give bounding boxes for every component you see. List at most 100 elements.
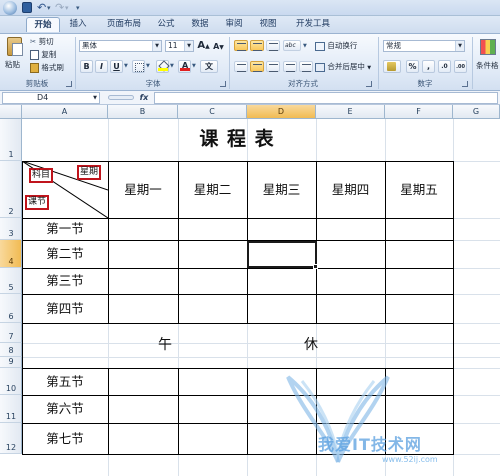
row-header-10[interactable]: 10 xyxy=(0,368,22,395)
row-header-4[interactable]: 4 xyxy=(0,240,22,268)
period-label: 第二节 xyxy=(46,246,84,261)
row-header-11[interactable]: 11 xyxy=(0,395,22,423)
column-header-g[interactable]: G xyxy=(453,105,500,119)
row-header-6[interactable]: 6 xyxy=(0,294,22,323)
grow-font-button[interactable]: A▲ xyxy=(197,40,210,53)
font-color-button[interactable]: A xyxy=(178,60,191,73)
tab-developer[interactable]: 开发工具 xyxy=(290,17,336,32)
formula-bar: D4 ▼ fx xyxy=(0,91,500,105)
column-header-b[interactable]: B xyxy=(108,105,178,119)
increase-decimal-button[interactable]: .0 xyxy=(438,60,451,73)
column-header-c[interactable]: C xyxy=(178,105,247,119)
underline-dropdown-icon[interactable]: ▼ xyxy=(124,63,128,69)
percent-style-button[interactable]: % xyxy=(406,60,419,73)
font-dialog-launcher-icon[interactable] xyxy=(220,81,226,87)
row-header-12[interactable]: 12 xyxy=(0,423,22,454)
select-all-corner[interactable] xyxy=(0,105,22,119)
tab-home[interactable]: 开始 xyxy=(26,17,60,32)
row-number: 2 xyxy=(8,207,14,216)
redo-dropdown-icon[interactable]: ▾ xyxy=(65,1,69,15)
format-painter-button[interactable]: 格式刷 xyxy=(30,63,64,73)
phonetic-button[interactable]: 文 xyxy=(200,60,218,73)
column-header-d[interactable]: D xyxy=(247,105,316,119)
tab-review[interactable]: 审阅 xyxy=(220,17,248,32)
align-middle-button[interactable] xyxy=(250,40,264,51)
row-header-5[interactable]: 5 xyxy=(0,268,22,294)
weekday-header: 星期四 xyxy=(331,182,370,197)
clipboard-dialog-launcher-icon[interactable] xyxy=(66,81,72,87)
customize-toolbar-icon[interactable]: ▾ xyxy=(76,1,80,15)
formula-input[interactable] xyxy=(154,92,498,104)
brush-icon xyxy=(30,63,39,73)
weekday-header: 星期二 xyxy=(193,182,232,197)
font-name-select[interactable]: 黑体 ▼ xyxy=(79,40,162,52)
row-header-1[interactable]: 1 xyxy=(0,119,22,161)
save-icon[interactable] xyxy=(22,2,32,13)
redo-icon[interactable]: ↷ xyxy=(55,0,64,15)
merge-center-button[interactable]: 合并后居中 ▼ xyxy=(315,62,371,73)
comma-style-button[interactable]: , xyxy=(422,60,435,73)
row-header-2[interactable]: 2 xyxy=(0,161,22,218)
conditional-formatting-button[interactable]: 条件格 xyxy=(476,37,500,81)
font-color-dropdown-icon[interactable]: ▼ xyxy=(192,63,196,69)
tab-page-layout[interactable]: 页面布局 xyxy=(100,17,148,32)
tab-insert[interactable]: 插入 xyxy=(64,17,92,32)
fill-handle[interactable] xyxy=(313,264,318,269)
align-center-icon xyxy=(253,64,262,72)
cut-button[interactable]: ✂ 剪切 xyxy=(30,37,54,47)
sheet-title: 课 程 表 xyxy=(199,128,275,150)
active-cell-selection[interactable] xyxy=(247,241,317,268)
insert-function-button[interactable]: fx xyxy=(136,92,152,104)
decrease-decimal-button[interactable]: .00 xyxy=(454,60,467,73)
undo-dropdown-icon[interactable]: ▾ xyxy=(47,1,51,15)
tab-data[interactable]: 数据 xyxy=(186,17,214,32)
paste-button[interactable]: 粘贴 xyxy=(3,36,27,80)
decrease-indent-button[interactable] xyxy=(283,61,297,72)
wrap-text-button[interactable]: 自动换行 xyxy=(315,41,357,51)
align-right-button[interactable] xyxy=(266,61,280,72)
align-bottom-button[interactable] xyxy=(266,40,280,51)
period-label: 第六节 xyxy=(46,401,84,416)
orientation-dropdown-icon[interactable]: ▼ xyxy=(303,43,307,49)
period-label: 第五节 xyxy=(46,374,84,389)
fill-color-swatch xyxy=(158,68,168,71)
number-dialog-launcher-icon[interactable] xyxy=(462,81,468,87)
accounting-format-button[interactable] xyxy=(383,60,401,73)
align-center-button[interactable] xyxy=(250,61,264,72)
diag-label-middle-left: 科目 xyxy=(29,168,54,183)
row-header-8[interactable]: 8 xyxy=(0,343,22,357)
borders-dropdown-icon[interactable]: ▼ xyxy=(146,63,150,69)
diag-label-bottom-left: 课节 xyxy=(25,195,50,210)
undo-icon[interactable]: ↶ xyxy=(37,0,46,15)
underline-button[interactable]: U xyxy=(110,60,123,73)
name-box[interactable]: D4 ▼ xyxy=(2,92,100,104)
orientation-icon: abc xyxy=(285,42,296,49)
tab-formulas[interactable]: 公式 xyxy=(152,17,180,32)
column-header-e[interactable]: E xyxy=(316,105,385,119)
row-number: 9 xyxy=(8,357,14,366)
row-header-9[interactable]: 9 xyxy=(0,357,22,368)
alignment-dialog-launcher-icon[interactable] xyxy=(366,81,372,87)
borders-button[interactable] xyxy=(132,60,145,73)
copy-button[interactable]: 复制 xyxy=(30,50,56,60)
gridline xyxy=(22,343,500,344)
formula-bar-resize-handle[interactable] xyxy=(108,95,134,100)
align-top-button[interactable] xyxy=(234,40,248,51)
orientation-button[interactable]: abc xyxy=(283,40,301,51)
column-header-f[interactable]: F xyxy=(385,105,453,119)
bold-button[interactable]: B xyxy=(80,60,93,73)
increase-indent-button[interactable] xyxy=(299,61,313,72)
tab-view[interactable]: 视图 xyxy=(254,17,282,32)
row-header-3[interactable]: 3 xyxy=(0,218,22,240)
worksheet[interactable]: ABCDEFG 1 2 3 4 5 6 7 8 9 10 11 12 课 程 表 星期 科目 课节 星… xyxy=(0,105,500,476)
row-header-7[interactable]: 7 xyxy=(0,323,22,343)
italic-button[interactable]: I xyxy=(95,60,108,73)
office-button[interactable] xyxy=(3,1,17,15)
fill-color-button[interactable] xyxy=(156,60,170,73)
column-header-a[interactable]: A xyxy=(22,105,108,119)
font-size-select[interactable]: 11 ▼ xyxy=(165,40,194,52)
fill-color-dropdown-icon[interactable]: ▼ xyxy=(170,63,174,69)
shrink-font-button[interactable]: A▼ xyxy=(212,41,225,54)
align-left-button[interactable] xyxy=(234,61,248,72)
number-format-select[interactable]: 常规 ▼ xyxy=(383,40,465,52)
